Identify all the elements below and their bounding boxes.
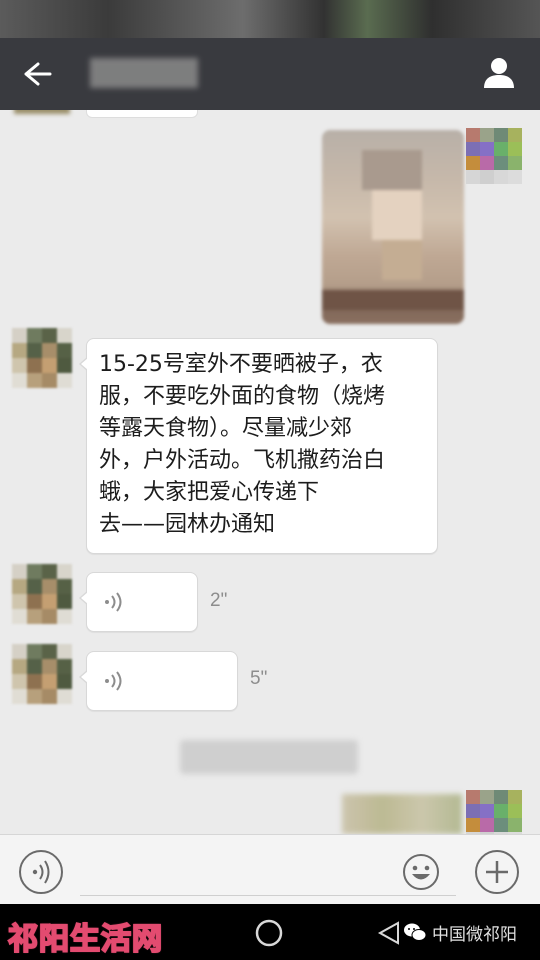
image-message[interactable] (322, 130, 464, 324)
triangle-back-icon (377, 921, 399, 945)
home-button[interactable] (254, 918, 284, 948)
back-button[interactable] (14, 56, 58, 92)
status-bar (0, 0, 540, 38)
wechat-logo (402, 919, 428, 945)
message-text: 15-25号室外不要晒被子，衣 服，不要吃外面的食物（烧烤 等露天食物）。尽量减… (99, 352, 386, 537)
chat-title-redacted (90, 58, 198, 88)
nav-back-button[interactable] (376, 920, 402, 946)
more-options-button[interactable] (474, 849, 520, 895)
voice-mode-icon (19, 850, 63, 894)
home-circle-icon (255, 919, 283, 947)
sound-wave-icon (105, 671, 122, 691)
voice-message-bubble[interactable] (79, 651, 238, 711)
previous-message-bubble[interactable] (86, 110, 198, 118)
chat-header (0, 38, 540, 110)
sender-avatar[interactable] (12, 644, 72, 704)
watermark-account-name: 中国微祁阳 (432, 925, 517, 945)
voice-mode-button[interactable] (18, 849, 64, 895)
smiley-icon (403, 854, 439, 890)
avatar (14, 110, 70, 114)
wechat-icon (404, 923, 427, 941)
my-avatar[interactable] (466, 790, 522, 834)
sound-wave-icon (105, 592, 122, 612)
plus-icon (475, 850, 519, 894)
my-avatar[interactable] (466, 128, 522, 184)
message-input[interactable] (80, 845, 456, 896)
system-nav-bar: 祁阳生活网 中国微祁阳 (0, 904, 540, 960)
timestamp-redacted (180, 740, 358, 774)
outgoing-message-redacted[interactable] (342, 794, 462, 834)
input-bar (0, 834, 540, 905)
sender-avatar[interactable] (12, 328, 72, 388)
emoji-button[interactable] (402, 853, 440, 891)
chat-message-list[interactable]: 15-25号室外不要晒被子，衣 服，不要吃外面的食物（烧烤 等露天食物）。尽量减… (0, 110, 540, 834)
voice-duration: 2" (210, 590, 228, 611)
chat-info-button[interactable] (478, 52, 520, 94)
sender-avatar[interactable] (12, 564, 72, 624)
text-message-bubble[interactable]: 15-25号室外不要晒被子，衣 服，不要吃外面的食物（烧烤 等露天食物）。尽量减… (79, 338, 438, 554)
person-icon (484, 58, 514, 88)
voice-duration: 5" (250, 668, 268, 689)
voice-message-bubble[interactable] (79, 572, 198, 632)
arrow-left-icon (24, 62, 52, 86)
watermark-text: 祁阳生活网 (7, 921, 163, 958)
